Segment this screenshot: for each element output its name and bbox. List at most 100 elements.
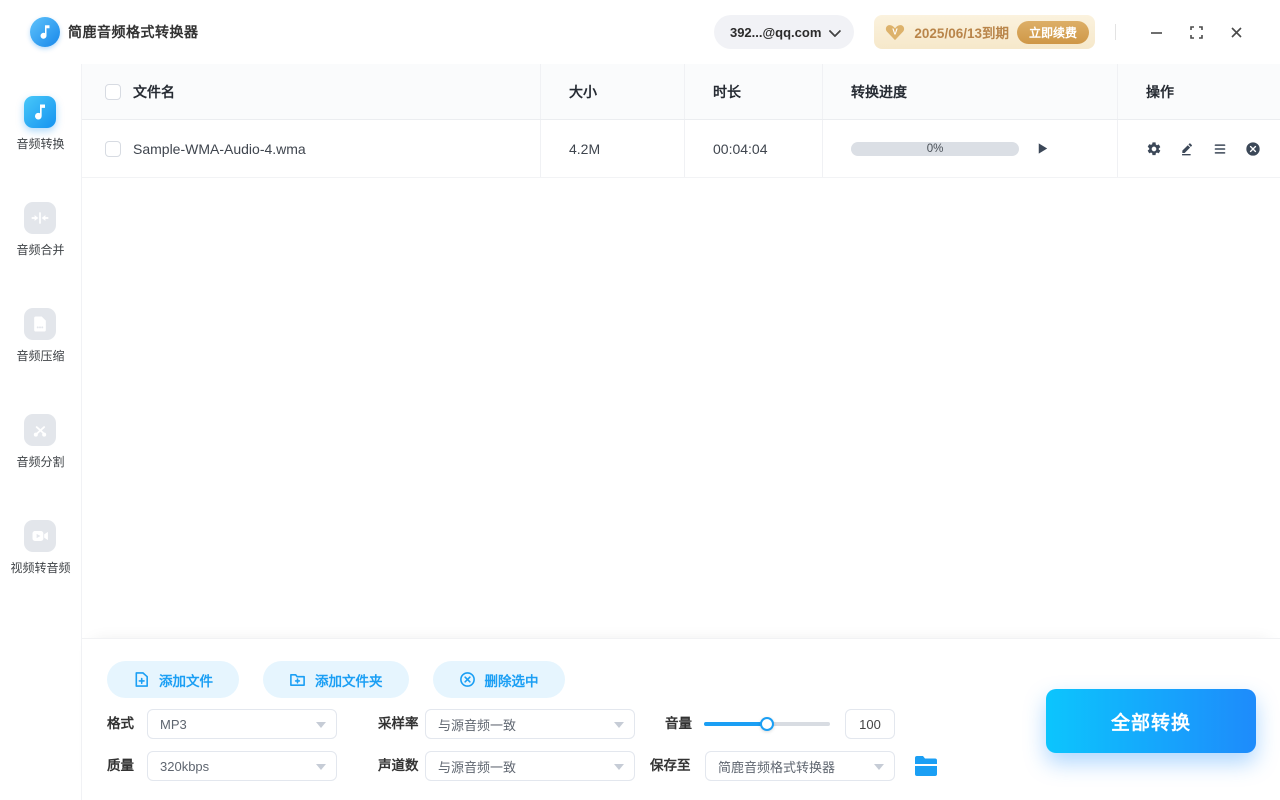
sidebar-item-video-to-audio[interactable]: 视频转音频	[10, 520, 70, 576]
title-bar: 简鹿音频格式转换器 392...@qq.com V 2025/06/13到期 立…	[0, 0, 1280, 64]
dropdown-caret-icon	[614, 722, 624, 728]
slider-knob[interactable]	[760, 717, 774, 731]
delete-selected-label: 删除选中	[485, 670, 539, 690]
sidebar-item-label: 视频转音频	[10, 559, 70, 576]
settings-row-2: 质量 320kbps 声道数 与源音频一致 保存至 简鹿音频格式转换器	[107, 751, 1257, 781]
row-cell-operations	[1117, 120, 1280, 177]
edit-pencil-icon[interactable]	[1179, 141, 1195, 157]
sidebar-item-label: 音频合并	[16, 241, 64, 258]
quality-select[interactable]: 320kbps	[147, 751, 337, 781]
add-file-button[interactable]: 添加文件	[107, 661, 239, 698]
row-cell-size: 4.2M	[540, 120, 684, 177]
save-to-label: 保存至	[650, 751, 691, 781]
remove-circle-x-icon[interactable]	[1245, 141, 1261, 157]
compress-file-icon	[24, 308, 56, 340]
add-file-icon	[133, 671, 150, 688]
maximize-button[interactable]	[1182, 18, 1210, 46]
sidebar-item-label: 音频分割	[16, 453, 64, 470]
chevron-down-icon	[829, 24, 842, 37]
sample-rate-select[interactable]: 与源音频一致	[425, 709, 635, 739]
add-file-label: 添加文件	[159, 670, 213, 690]
row-checkbox[interactable]	[105, 141, 121, 157]
app-title: 简鹿音频格式转换器	[68, 22, 199, 42]
bottom-panel: 添加文件 添加文件夹 删除选中 格式	[82, 638, 1280, 800]
vip-expiry-text: 2025/06/13到期	[914, 22, 1009, 42]
channels-value: 与源音频一致	[438, 757, 516, 776]
toolbar: 添加文件 添加文件夹 删除选中	[107, 661, 565, 698]
column-label: 操作	[1146, 82, 1174, 102]
delete-circle-icon	[459, 671, 476, 688]
file-table-header: 文件名 大小 时长 转换进度 操作	[82, 64, 1280, 120]
close-button[interactable]	[1222, 18, 1250, 46]
row-cell-duration: 00:04:04	[684, 120, 822, 177]
column-label: 大小	[569, 82, 597, 102]
volume-slider[interactable]	[704, 709, 830, 739]
sidebar-item-audio-split[interactable]: 音频分割	[16, 414, 64, 470]
scissors-icon	[24, 414, 56, 446]
open-folder-button[interactable]	[912, 753, 940, 779]
save-to-value: 简鹿音频格式转换器	[718, 757, 835, 776]
merge-arrows-icon	[24, 202, 56, 234]
video-camera-icon	[24, 520, 56, 552]
settings-gear-icon[interactable]	[1146, 141, 1162, 157]
column-label: 时长	[713, 82, 741, 102]
channels-label: 声道数	[378, 751, 419, 781]
header-cell-filename: 文件名	[82, 64, 540, 119]
sample-rate-value: 与源音频一致	[438, 715, 516, 734]
window-controls-divider	[1115, 24, 1116, 40]
slider-fill	[704, 722, 767, 726]
sidebar-item-label: 音频压缩	[16, 347, 64, 364]
sidebar-item-label: 音频转换	[16, 135, 64, 152]
header-cell-progress: 转换进度	[822, 64, 1117, 119]
convert-all-button[interactable]: 全部转换	[1046, 689, 1256, 753]
format-value: MP3	[160, 717, 187, 732]
header-cell-duration: 时长	[684, 64, 822, 119]
sidebar-item-audio-merge[interactable]: 音频合并	[16, 202, 64, 258]
main-content: 文件名 大小 时长 转换进度 操作 Sample-WMA-Audio-4.wma…	[82, 64, 1280, 800]
progress-bar: 0%	[851, 142, 1019, 156]
channels-select[interactable]: 与源音频一致	[425, 751, 635, 781]
add-folder-button[interactable]: 添加文件夹	[263, 661, 409, 698]
renew-button[interactable]: 立即续费	[1017, 21, 1089, 44]
add-folder-icon	[289, 671, 306, 688]
volume-input[interactable]	[845, 709, 895, 739]
dropdown-caret-icon	[874, 764, 884, 770]
play-button[interactable]	[1033, 139, 1052, 158]
sidebar-item-audio-compress[interactable]: 音频压缩	[16, 308, 64, 364]
app-logo-icon	[30, 17, 60, 47]
svg-text:V: V	[893, 27, 899, 36]
account-menu-button[interactable]: 392...@qq.com	[714, 15, 854, 49]
quality-label: 质量	[107, 751, 134, 781]
vip-status-pill: V 2025/06/13到期 立即续费	[874, 15, 1095, 49]
dropdown-caret-icon	[316, 722, 326, 728]
file-size: 4.2M	[569, 141, 600, 157]
dropdown-caret-icon	[614, 764, 624, 770]
save-to-select[interactable]: 简鹿音频格式转换器	[705, 751, 895, 781]
table-row: Sample-WMA-Audio-4.wma 4.2M 00:04:04 0%	[82, 120, 1280, 178]
sidebar-item-audio-convert[interactable]: 音频转换	[16, 96, 64, 152]
minimize-button[interactable]	[1142, 18, 1170, 46]
format-select[interactable]: MP3	[147, 709, 337, 739]
dropdown-caret-icon	[316, 764, 326, 770]
column-label: 文件名	[133, 82, 175, 102]
quality-value: 320kbps	[160, 759, 209, 774]
music-note-icon	[24, 96, 56, 128]
list-menu-icon[interactable]	[1212, 141, 1228, 157]
file-duration: 00:04:04	[713, 141, 768, 157]
column-label: 转换进度	[851, 82, 907, 102]
app-brand: 简鹿音频格式转换器	[30, 17, 199, 47]
sidebar: 音频转换 音频合并 音频压缩	[0, 64, 82, 800]
delete-selected-button[interactable]: 删除选中	[433, 661, 565, 698]
header-cell-size: 大小	[540, 64, 684, 119]
header-cell-operations: 操作	[1117, 64, 1280, 119]
folder-icon	[914, 756, 938, 776]
volume-label: 音量	[665, 709, 692, 739]
row-cell-filename: Sample-WMA-Audio-4.wma	[82, 120, 540, 177]
row-cell-progress: 0%	[822, 120, 1117, 177]
select-all-checkbox[interactable]	[105, 84, 121, 100]
format-label: 格式	[107, 709, 134, 739]
title-bar-right: 392...@qq.com V 2025/06/13到期 立即续费	[714, 15, 1250, 49]
add-folder-label: 添加文件夹	[315, 670, 383, 690]
account-email: 392...@qq.com	[730, 25, 821, 40]
vip-badge-icon: V	[884, 22, 906, 42]
